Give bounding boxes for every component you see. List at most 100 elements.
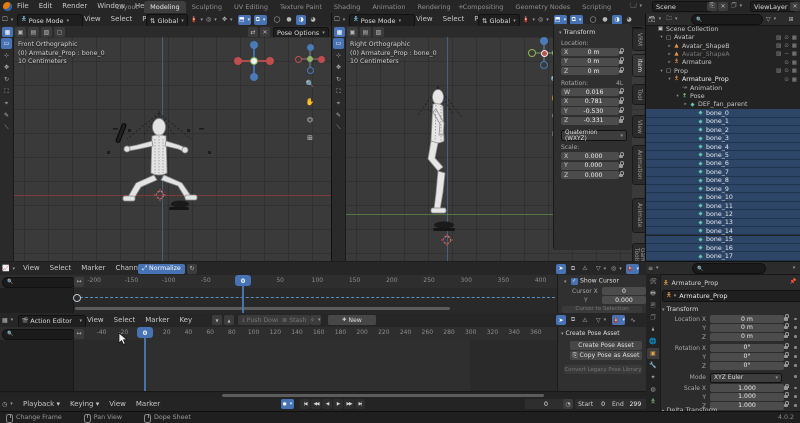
proportional-edit-icon[interactable]: ▾	[611, 264, 622, 274]
cursor-tool[interactable]	[333, 50, 344, 61]
viewlayer-browse-icon[interactable]: ▾	[731, 1, 742, 11]
animate-dot-icon[interactable]	[794, 375, 797, 378]
menu-select[interactable]: Select	[45, 262, 77, 275]
jump-to-start-button[interactable]: |◀	[300, 399, 310, 409]
shading-solid-icon[interactable]	[600, 15, 610, 25]
transform-x-field[interactable]: X0 m	[561, 48, 619, 56]
mirror-icon[interactable]	[248, 27, 258, 37]
pin-id-icon[interactable]	[788, 277, 798, 287]
transform-x-field[interactable]: X0.781	[561, 98, 619, 106]
disclosure-icon[interactable]: ▾	[658, 35, 665, 40]
disclosure-icon[interactable]: ▾	[658, 69, 665, 74]
camera-toggle-icon[interactable]: ▦	[792, 60, 797, 66]
outliner-row[interactable]: ▾▢Avatar▨⊙▦	[646, 33, 800, 41]
normalize-refresh-icon[interactable]	[187, 264, 197, 274]
rotation-mode-dropdown[interactable]: XYZ Euler▾	[710, 373, 782, 383]
lock-icon[interactable]	[784, 317, 788, 321]
outliner-row-bone[interactable]: ◆bone_13	[646, 219, 800, 227]
output-tab-icon[interactable]: 🖻	[647, 300, 659, 311]
properties-options-icon[interactable]: ▾	[789, 263, 799, 273]
hidden-channels-icon[interactable]	[568, 264, 578, 274]
eye-toggle-icon[interactable]: ⊙	[784, 68, 789, 74]
n-panel-tab-tool[interactable]: Tool	[632, 84, 645, 105]
outliner-row-bone[interactable]: ◆bone_0	[646, 109, 800, 117]
check-toggle-icon[interactable]: ▨	[776, 43, 781, 49]
filter-funnel-icon[interactable]: ▾	[596, 315, 606, 325]
lock-icon[interactable]	[619, 60, 623, 64]
graph-channel-region[interactable]	[0, 288, 74, 313]
rotation-mode-dropdown[interactable]: Quaternion (WXYZ)▾	[561, 130, 627, 141]
eye-toggle-icon[interactable]: ⊙	[784, 43, 789, 49]
animate-dot-icon[interactable]	[794, 335, 797, 338]
active-tool-icon[interactable]	[334, 27, 345, 37]
menu-select[interactable]: Select	[109, 314, 141, 327]
dope-ruler[interactable]: -40-200204060801001201401601802002202402…	[0, 327, 646, 341]
transform-value-field[interactable]: 0°	[710, 344, 784, 352]
outliner-row-bone[interactable]: ◆bone_4	[646, 143, 800, 151]
eye-toggle-icon[interactable]: ⊙	[784, 35, 789, 41]
cursor-y-handle[interactable]	[73, 294, 81, 302]
menu-select[interactable]: Select	[106, 13, 138, 26]
select-box-tool[interactable]	[333, 38, 344, 49]
menu-marker[interactable]: Marker	[131, 398, 165, 411]
transform-z-field[interactable]: Z0 m	[561, 67, 619, 75]
rotate-tool[interactable]	[1, 74, 12, 85]
dope-channel-region[interactable]	[0, 340, 74, 391]
menu-render[interactable]: Render	[57, 0, 92, 13]
eye-closed-toggle-icon[interactable]: −	[784, 51, 789, 57]
frame-start-field[interactable]: Start0	[575, 399, 613, 409]
menu-view[interactable]: View	[18, 262, 45, 275]
n-panel-tab-view[interactable]: View	[632, 115, 645, 139]
snap-magnet-icon[interactable]: ▾	[190, 15, 203, 25]
transform-value-field[interactable]: 0°	[710, 353, 784, 361]
modifier-tab-icon[interactable]: 🔧	[647, 360, 659, 371]
workspace-tab-sculpting[interactable]: Sculpting	[186, 1, 228, 13]
unlink-action-icon[interactable]	[224, 315, 234, 325]
n-panel-tab-animation[interactable]: Animation	[632, 145, 645, 185]
animate-dot-icon[interactable]	[794, 395, 797, 398]
graph-ruler[interactable]: -200-150-100-50050100150200250300350400	[0, 275, 646, 289]
outliner-row-bone[interactable]: ◆bone_9	[646, 185, 800, 193]
disclosure-icon[interactable]: ▸	[666, 60, 673, 65]
disclosure-icon[interactable]: ▾	[674, 94, 681, 99]
workspace-tab-animation[interactable]: Animation	[366, 1, 411, 13]
camera-toggle-icon[interactable]: ▦	[792, 51, 797, 57]
transform-tool[interactable]	[1, 98, 12, 109]
normalize-toggle[interactable]: Normalize	[138, 264, 185, 274]
outliner-row-bone[interactable]: ◆bone_3	[646, 134, 800, 142]
transform-value-field[interactable]: 1.000	[710, 384, 784, 392]
disclosure-icon[interactable]: ▸	[682, 102, 689, 107]
shading-rendered-icon[interactable]	[624, 15, 634, 25]
create-pose-asset-button[interactable]: Create Pose Asset	[570, 341, 642, 350]
editor-type-icon[interactable]: ▾	[648, 263, 659, 273]
cursor-y-field[interactable]: 0.000	[602, 296, 646, 304]
outliner-row-bone[interactable]: ◆bone_12	[646, 210, 800, 218]
move-tool[interactable]	[1, 62, 12, 73]
lock-icon[interactable]	[619, 91, 623, 95]
outliner-row-bone[interactable]: ◆bone_8	[646, 177, 800, 185]
graph-canvas[interactable]	[0, 288, 646, 313]
prev-keyframe-button[interactable]: ◀◀	[311, 399, 321, 409]
cursor-tool[interactable]	[1, 50, 12, 61]
workspace-tab-rendering[interactable]: Rendering	[411, 1, 456, 13]
filter-funnel-icon[interactable]: ▾	[596, 264, 606, 274]
lock-icon[interactable]	[619, 174, 623, 178]
move-tool[interactable]	[333, 62, 344, 73]
new-action-button[interactable]: New	[328, 315, 376, 325]
lock-icon[interactable]	[784, 364, 788, 368]
stash-button[interactable]: Stash	[278, 315, 310, 325]
check-toggle-icon[interactable]: ▨	[776, 51, 781, 57]
editor-type-icon[interactable]: ▾	[2, 315, 13, 325]
menu-edit[interactable]: Edit	[34, 0, 58, 13]
animate-dot-icon[interactable]	[794, 387, 797, 390]
xray-toggle-icon[interactable]: ▾	[254, 15, 267, 25]
shading-solid-icon[interactable]	[284, 15, 294, 25]
transform-value-field[interactable]: 0°	[710, 362, 784, 370]
animate-dot-icon[interactable]	[794, 355, 797, 358]
scene-browse-icon[interactable]: ▾	[630, 1, 642, 11]
measure-tool[interactable]	[1, 122, 12, 133]
editor-type-icon[interactable]: ▾	[334, 15, 345, 25]
outliner-row[interactable]: ▸▲Avatar_ShapeA▨−▦	[646, 50, 800, 58]
copy-pose-as-asset-button[interactable]: Copy Pose as Asset	[570, 351, 642, 360]
only-selected-filter-icon[interactable]	[556, 264, 566, 274]
